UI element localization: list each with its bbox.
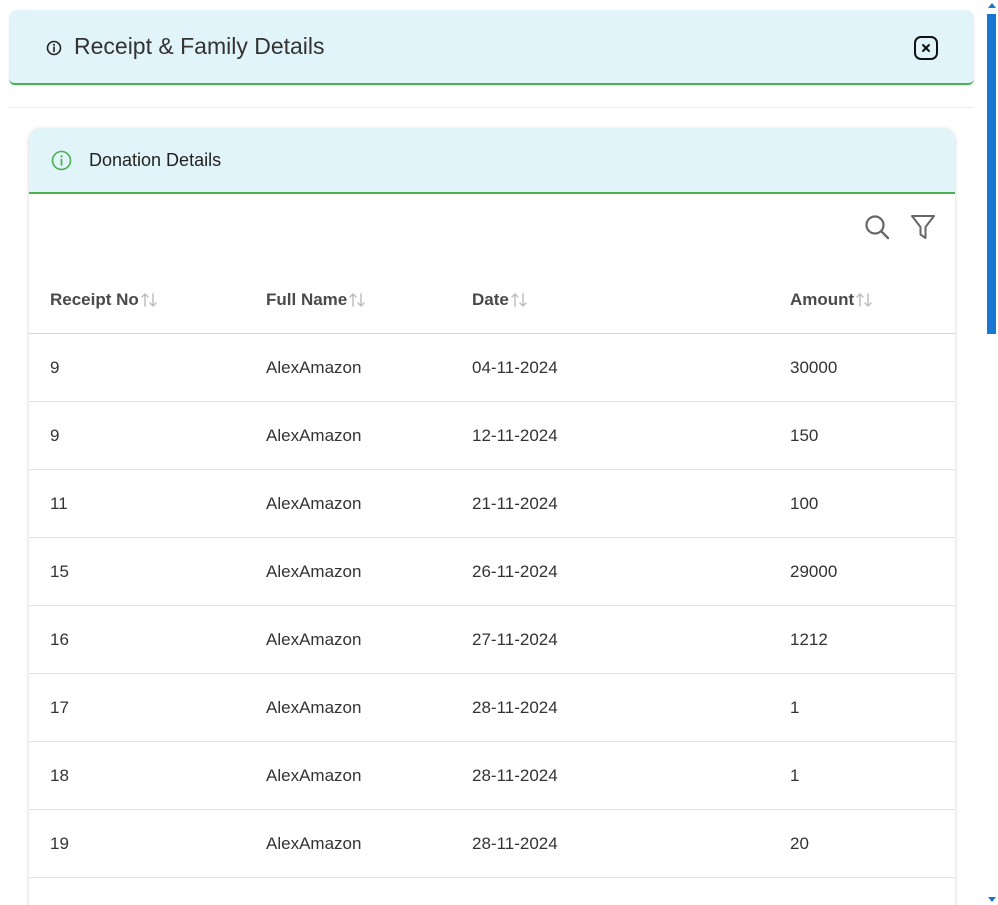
cell-date: 26-11-2024 [472, 562, 558, 581]
sort-icon[interactable] [510, 291, 530, 309]
cell-full-name: AlexAmazon [266, 834, 362, 853]
close-icon [922, 44, 930, 52]
scroll-down-arrow-icon[interactable] [988, 897, 996, 902]
card-header: Donation Details [29, 128, 955, 194]
donation-table: Receipt No Full Name Date Amount 9 AlexA… [29, 262, 955, 905]
cell-full-name: AlexAmazon [266, 766, 362, 785]
cell-receipt-no: 18 [50, 766, 69, 785]
cell-amount: 20 [790, 834, 809, 853]
table-row[interactable]: 11 AlexAmazon 21-11-2024 100 [29, 470, 955, 538]
column-label: Amount [790, 290, 855, 309]
table-row[interactable]: 18 AlexAmazon 28-11-2024 1 [29, 742, 955, 810]
cell-receipt-no: 9 [50, 426, 60, 445]
cell-date: 12-11-2024 [472, 426, 558, 445]
cell-amount: 150 [790, 426, 819, 445]
sort-icon[interactable] [348, 291, 368, 309]
cell-receipt-no: 9 [50, 358, 60, 377]
cell-receipt-no: 19 [50, 834, 69, 853]
cell-date: 28-11-2024 [472, 766, 558, 785]
column-header-date[interactable]: Date [472, 290, 530, 310]
cell-date: 04-11-2024 [472, 358, 558, 377]
scrollbar-thumb[interactable] [987, 14, 996, 334]
cell-receipt-no: 17 [50, 698, 69, 717]
table-row[interactable] [29, 878, 955, 905]
modal-title: Receipt & Family Details [74, 33, 325, 59]
column-label: Full Name [266, 290, 348, 309]
cell-amount: 1 [790, 698, 800, 717]
cell-full-name: AlexAmazon [266, 426, 362, 445]
cell-full-name: AlexAmazon [266, 494, 362, 513]
column-label: Receipt No [50, 290, 139, 309]
table-row[interactable]: 15 AlexAmazon 26-11-2024 29000 [29, 538, 955, 606]
column-label: Date [472, 290, 509, 309]
cell-full-name: AlexAmazon [266, 630, 362, 649]
cell-receipt-no: 15 [50, 562, 69, 581]
modal-header: Receipt & Family Details [9, 10, 974, 85]
header-divider [9, 107, 974, 108]
cell-date: 28-11-2024 [472, 834, 558, 853]
table-row[interactable]: 19 AlexAmazon 28-11-2024 20 [29, 810, 955, 878]
column-header-full-name[interactable]: Full Name [266, 290, 368, 310]
cell-amount: 1212 [790, 630, 828, 649]
cell-amount: 1 [790, 766, 800, 785]
cell-date: 27-11-2024 [472, 630, 558, 649]
scroll-up-arrow-icon[interactable] [988, 3, 996, 8]
card-title: Donation Details [89, 150, 222, 170]
cell-date: 21-11-2024 [472, 494, 558, 513]
close-button[interactable] [914, 36, 938, 60]
vertical-scrollbar[interactable] [985, 0, 998, 905]
cell-full-name: AlexAmazon [266, 562, 362, 581]
table-header: Receipt No Full Name Date Amount [29, 262, 955, 334]
cell-receipt-no: 16 [50, 630, 69, 649]
filter-icon[interactable] [909, 213, 937, 241]
cell-amount: 100 [790, 494, 819, 513]
cell-receipt-no: 11 [50, 494, 68, 513]
sort-icon[interactable] [855, 291, 875, 309]
cell-amount: 29000 [790, 562, 838, 581]
cell-full-name: AlexAmazon [266, 698, 362, 717]
table-row[interactable]: 17 AlexAmazon 28-11-2024 1 [29, 674, 955, 742]
info-icon [46, 40, 62, 56]
info-circle-icon [51, 150, 72, 171]
table-row[interactable]: 9 AlexAmazon 04-11-2024 30000 [29, 334, 955, 402]
table-row[interactable]: 16 AlexAmazon 27-11-2024 1212 [29, 606, 955, 674]
receipt-family-details-page: Receipt & Family Details Donation Detail… [0, 0, 998, 905]
donation-details-card: Donation Details Receipt No Full Name Da… [29, 128, 955, 905]
cell-full-name: AlexAmazon [266, 358, 362, 377]
sort-icon[interactable] [140, 291, 160, 309]
table-row[interactable]: 9 AlexAmazon 12-11-2024 150 [29, 402, 955, 470]
column-header-amount[interactable]: Amount [790, 290, 875, 310]
cell-amount: 30000 [790, 358, 838, 377]
cell-date: 28-11-2024 [472, 698, 558, 717]
column-header-receipt-no[interactable]: Receipt No [50, 290, 160, 310]
search-icon[interactable] [863, 213, 891, 241]
